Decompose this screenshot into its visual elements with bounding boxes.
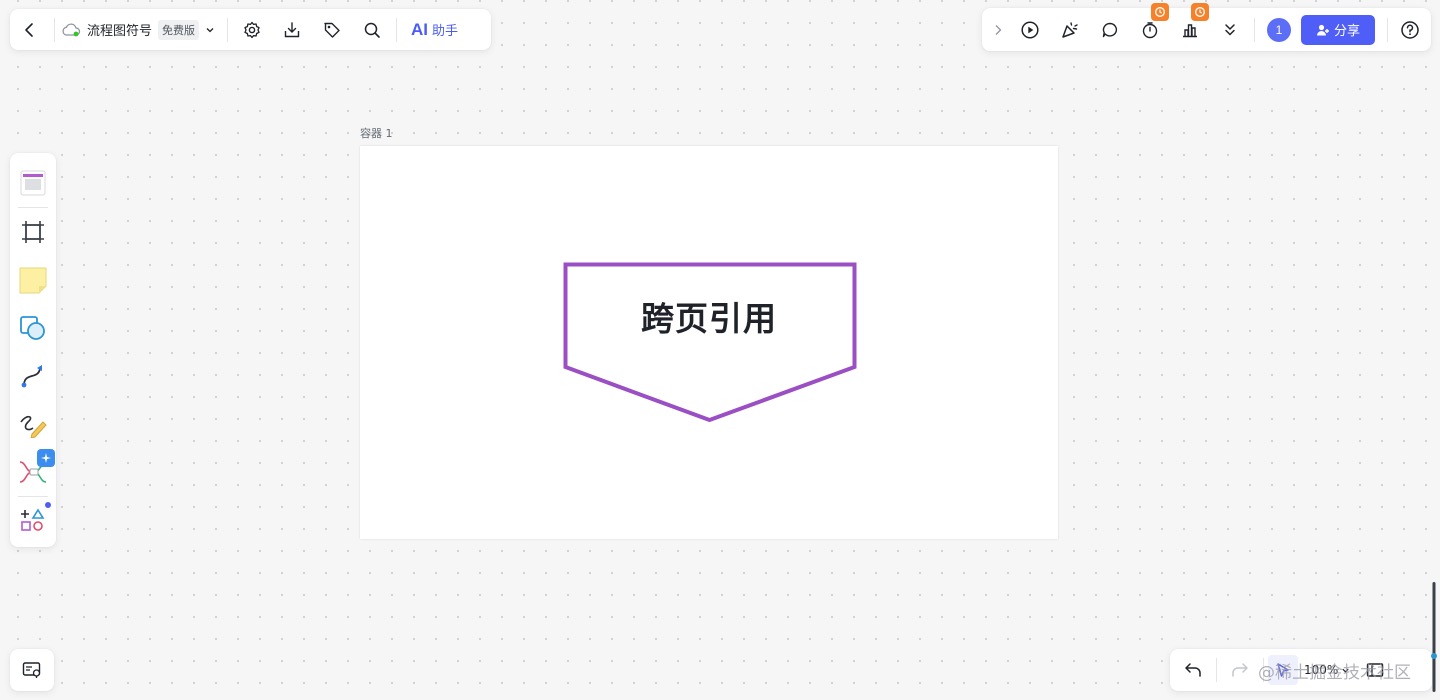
comment-icon bbox=[1102, 22, 1118, 37]
shape-icon bbox=[20, 316, 45, 340]
share-button[interactable]: 分享 bbox=[1301, 14, 1375, 45]
vote-button[interactable] bbox=[1170, 3, 1210, 51]
timer-button[interactable] bbox=[1130, 3, 1170, 51]
plan-badge: 免费版 bbox=[158, 19, 200, 40]
tag-button[interactable] bbox=[312, 9, 352, 50]
watermark: @稀土掘金技术社区 bbox=[1258, 663, 1411, 683]
add-user-icon bbox=[1316, 24, 1329, 35]
frame-tool[interactable] bbox=[10, 208, 56, 256]
divider bbox=[227, 17, 229, 42]
comment-button[interactable] bbox=[1090, 8, 1130, 51]
celebrate-icon bbox=[1062, 21, 1078, 38]
double-chevron-down-icon bbox=[1225, 23, 1235, 36]
new-dot-badge bbox=[45, 502, 51, 508]
container-label: 容器 1 bbox=[360, 127, 393, 140]
divider bbox=[396, 17, 398, 42]
download-icon bbox=[284, 21, 300, 37]
shapes-library-icon bbox=[21, 508, 45, 531]
help-button[interactable] bbox=[1392, 8, 1428, 51]
template-tool[interactable] bbox=[10, 159, 56, 207]
top-toolbar: 流程图符号 免费版 AI 助手 bbox=[10, 9, 491, 50]
settings-icon bbox=[244, 21, 260, 38]
ai-assistant-button[interactable]: AI 助手 bbox=[401, 20, 468, 40]
search-icon bbox=[364, 22, 380, 38]
play-icon bbox=[1021, 20, 1039, 39]
divider bbox=[54, 17, 55, 42]
sticky-note-tool[interactable] bbox=[10, 256, 56, 304]
share-label: 分享 bbox=[1333, 24, 1360, 39]
collapse-toolbar-button[interactable] bbox=[986, 8, 1010, 51]
divider bbox=[1216, 658, 1217, 682]
ai-assistant-label: 助手 bbox=[432, 24, 459, 39]
pen-tool[interactable] bbox=[10, 400, 56, 448]
ai-sparkle-icon bbox=[41, 453, 51, 463]
cloud-icon bbox=[62, 22, 81, 36]
shape-text[interactable]: 跨页引用 bbox=[563, 292, 855, 340]
clock-badge-icon bbox=[1155, 7, 1165, 17]
vote-notification-badge bbox=[1191, 3, 1209, 21]
redo-button[interactable] bbox=[1221, 649, 1259, 691]
timer-icon bbox=[1142, 21, 1158, 38]
pen-icon bbox=[20, 415, 47, 438]
search-button[interactable] bbox=[352, 9, 392, 50]
download-button[interactable] bbox=[272, 9, 312, 50]
undo-button[interactable] bbox=[1174, 649, 1212, 691]
clock-badge-icon bbox=[1195, 7, 1205, 17]
mindmap-tool[interactable] bbox=[10, 448, 56, 496]
back-icon bbox=[25, 22, 33, 37]
frame-icon bbox=[22, 221, 44, 243]
divider bbox=[1254, 17, 1255, 42]
back-button[interactable] bbox=[10, 9, 50, 50]
more-tools-button[interactable] bbox=[1210, 8, 1250, 51]
document-title-menu[interactable]: 流程图符号 免费版 bbox=[59, 19, 223, 40]
left-toolbar bbox=[10, 153, 56, 547]
settings-button[interactable] bbox=[232, 9, 272, 50]
more-tools-library[interactable] bbox=[10, 497, 56, 545]
sticky-note-icon bbox=[19, 267, 47, 294]
help-icon bbox=[1401, 20, 1419, 39]
zoom-slider[interactable] bbox=[1431, 582, 1437, 692]
redo-icon bbox=[1232, 663, 1248, 677]
template-icon bbox=[20, 170, 46, 196]
chevron-down-icon bbox=[206, 27, 214, 32]
celebrate-button[interactable] bbox=[1050, 8, 1090, 51]
ai-logo: AI bbox=[411, 19, 429, 39]
collaboration-toolbar: 1 分享 bbox=[982, 3, 1431, 51]
tag-icon bbox=[324, 22, 340, 38]
ai-badge bbox=[37, 449, 55, 467]
chevron-right-icon bbox=[995, 24, 1002, 35]
present-button[interactable] bbox=[1010, 8, 1050, 51]
document-title: 流程图符号 bbox=[87, 24, 153, 39]
vote-icon bbox=[1183, 23, 1197, 37]
online-users-count[interactable]: 1 bbox=[1267, 17, 1291, 42]
timer-notification-badge bbox=[1151, 3, 1169, 21]
divider bbox=[1387, 17, 1388, 42]
off-page-reference-shape[interactable] bbox=[563, 262, 857, 423]
minimap-button[interactable] bbox=[10, 649, 54, 691]
shape-tool[interactable] bbox=[10, 304, 56, 352]
connector-icon bbox=[21, 365, 42, 388]
map-icon bbox=[22, 662, 41, 678]
undo-icon bbox=[1185, 663, 1201, 677]
connector-tool[interactable] bbox=[10, 352, 56, 400]
